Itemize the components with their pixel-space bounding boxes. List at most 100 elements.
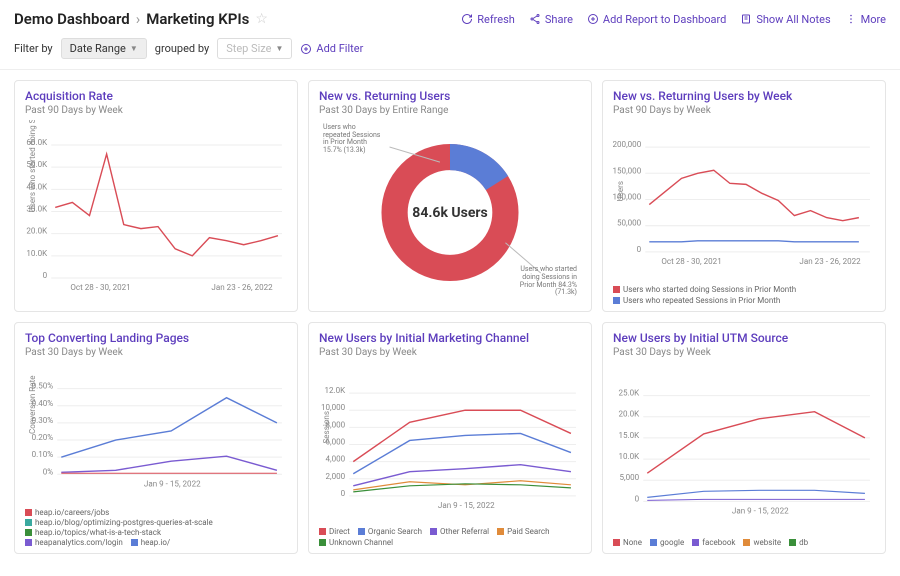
- svg-text:5,000: 5,000: [620, 473, 640, 482]
- svg-text:8,000: 8,000: [326, 420, 346, 429]
- x-tick: Oct 28 - 30, 2021: [70, 283, 130, 292]
- svg-text:0.40%: 0.40%: [32, 399, 54, 408]
- legend: None google facebook website db: [613, 536, 875, 547]
- svg-text:150,000: 150,000: [613, 166, 642, 175]
- donut-center-label: 84.6k Users: [412, 205, 487, 221]
- page-title: Marketing KPIs: [146, 10, 249, 28]
- show-notes-button[interactable]: Show All Notes: [740, 13, 830, 26]
- svg-text:50,000: 50,000: [617, 219, 642, 228]
- chart-area: Users 050,000 100,000150,000 200,000 Oct…: [613, 120, 875, 283]
- svg-text:20.0K: 20.0K: [618, 410, 640, 419]
- refresh-button[interactable]: Refresh: [461, 13, 515, 26]
- svg-text:0.20%: 0.20%: [32, 433, 54, 442]
- svg-text:200,000: 200,000: [613, 140, 642, 149]
- toolbar: Refresh Share Add Report to Dashboard Sh…: [461, 13, 886, 26]
- svg-text:0: 0: [637, 245, 642, 254]
- card-title[interactable]: New Users by Initial UTM Source: [613, 331, 875, 345]
- card-new-vs-returning-week: New vs. Returning Users by Week Past 90 …: [602, 80, 886, 312]
- plus-circle-icon: [587, 13, 599, 25]
- legend: heap.io/careers/jobs heap.io/blog/optimi…: [25, 506, 287, 547]
- legend: Users who started doing Sessions in Prio…: [613, 283, 875, 305]
- card-new-users-channel: New Users by Initial Marketing Channel P…: [308, 322, 592, 554]
- card-subtitle: Past 30 Days by Week: [613, 347, 875, 358]
- share-button[interactable]: Share: [529, 13, 573, 26]
- filter-by-label: Filter by: [14, 42, 53, 55]
- gridlines: [645, 147, 870, 252]
- card-new-vs-returning: New vs. Returning Users Past 30 Days by …: [308, 80, 592, 312]
- svg-text:0: 0: [43, 271, 48, 280]
- x-tick: Jan 23 - 26, 2022: [211, 283, 273, 292]
- svg-text:15.0K: 15.0K: [618, 431, 640, 440]
- share-icon: [529, 13, 541, 25]
- svg-text:12.0K: 12.0K: [324, 386, 346, 395]
- card-title[interactable]: Top Converting Landing Pages: [25, 331, 287, 345]
- chart-area: Users who started doing Sessions in Prio…: [25, 120, 287, 305]
- svg-text:30.0K: 30.0K: [26, 204, 48, 213]
- legend: Direct Organic Search Other Referral Pai…: [319, 525, 581, 547]
- svg-text:10.0K: 10.0K: [618, 452, 640, 461]
- svg-text:40.0K: 40.0K: [26, 182, 48, 191]
- svg-text:50.0K: 50.0K: [26, 160, 48, 169]
- gridlines: [51, 145, 282, 278]
- y-ticks: 0 50,000 100,000 150,000 200,000: [613, 140, 642, 254]
- add-filter-button[interactable]: Add Filter: [300, 42, 363, 55]
- svg-text:0: 0: [341, 489, 346, 498]
- svg-text:10.0K: 10.0K: [26, 249, 48, 258]
- line-chart: Users 050,000 100,000150,000 200,000 Oct…: [613, 120, 875, 283]
- donut-segment-label: Users who started doing Sessions in Prio…: [517, 266, 577, 297]
- card-subtitle: Past 30 Days by Entire Range: [319, 105, 581, 116]
- more-icon: [845, 13, 857, 25]
- plus-circle-icon: [300, 43, 312, 55]
- svg-text:100,000: 100,000: [613, 192, 642, 201]
- chart-area: 05,00010.0K15.0K20.0K25.0K Jan 9 - 15, 2…: [613, 362, 875, 536]
- svg-text:4,000: 4,000: [326, 455, 346, 464]
- series-line: [649, 241, 859, 242]
- chevron-down-icon: ▼: [275, 44, 283, 53]
- x-tick: Jan 9 - 15, 2022: [438, 501, 495, 510]
- chevron-right-icon: ›: [136, 10, 141, 28]
- x-tick: Oct 28 - 30, 2021: [661, 257, 721, 266]
- card-subtitle: Past 90 Days by Week: [25, 105, 287, 116]
- more-button[interactable]: More: [845, 13, 886, 26]
- svg-text:0.10%: 0.10%: [32, 450, 54, 459]
- card-subtitle: Past 30 Days by Week: [25, 347, 287, 358]
- svg-text:20.0K: 20.0K: [26, 227, 48, 236]
- svg-text:10,000: 10,000: [321, 403, 346, 412]
- svg-text:2,000: 2,000: [326, 472, 346, 481]
- chevron-down-icon: ▼: [130, 44, 138, 53]
- donut-segment-label: Users who repeated Sessions in Prior Mon…: [323, 124, 383, 155]
- series-line: [55, 154, 278, 256]
- star-icon[interactable]: ☆: [255, 11, 268, 27]
- filter-bar: Filter by Date Range▼ grouped by Step Si…: [0, 34, 900, 70]
- card-acquisition-rate: Acquisition Rate Past 90 Days by Week Us…: [14, 80, 298, 312]
- step-size-select[interactable]: Step Size▼: [217, 38, 292, 59]
- card-subtitle: Past 30 Days by Week: [319, 347, 581, 358]
- chart-area: Sessions 02,0004,0006,0008,00010,00012.0…: [319, 362, 581, 525]
- line-chart: 05,00010.0K15.0K20.0K25.0K Jan 9 - 15, 2…: [613, 362, 875, 536]
- line-chart: Sessions 02,0004,0006,0008,00010,00012.0…: [319, 362, 581, 525]
- card-title[interactable]: Acquisition Rate: [25, 89, 287, 103]
- svg-text:25.0K: 25.0K: [618, 389, 640, 398]
- card-title[interactable]: New vs. Returning Users: [319, 89, 581, 103]
- card-subtitle: Past 90 Days by Week: [613, 105, 875, 116]
- series-line: [649, 170, 859, 220]
- svg-text:0.30%: 0.30%: [32, 416, 54, 425]
- chart-area: Conversion Rate 0%0.10% 0.20%0.30% 0.40%…: [25, 362, 287, 506]
- breadcrumb: Demo Dashboard › Marketing KPIs ☆: [14, 10, 268, 28]
- refresh-icon: [461, 13, 473, 25]
- card-title[interactable]: New vs. Returning Users by Week: [613, 89, 875, 103]
- add-report-button[interactable]: Add Report to Dashboard: [587, 13, 726, 26]
- grouped-by-label: grouped by: [155, 42, 209, 55]
- x-tick: Jan 9 - 15, 2022: [144, 479, 201, 488]
- chart-area: 84.6k Users Users who repeated Sessions …: [319, 120, 581, 305]
- note-icon: [740, 13, 752, 25]
- x-tick: Jan 9 - 15, 2022: [732, 506, 789, 515]
- card-title[interactable]: New Users by Initial Marketing Channel: [319, 331, 581, 345]
- date-range-select[interactable]: Date Range▼: [61, 38, 147, 59]
- line-chart: Conversion Rate 0%0.10% 0.20%0.30% 0.40%…: [25, 362, 287, 506]
- breadcrumb-root[interactable]: Demo Dashboard: [14, 10, 130, 28]
- svg-text:0%: 0%: [43, 467, 54, 476]
- svg-text:60.0K: 60.0K: [26, 138, 48, 147]
- x-tick: Jan 23 - 26, 2022: [799, 257, 861, 266]
- y-ticks: 0 10.0K 20.0K 30.0K 40.0K 50.0K 60.0K: [26, 138, 48, 280]
